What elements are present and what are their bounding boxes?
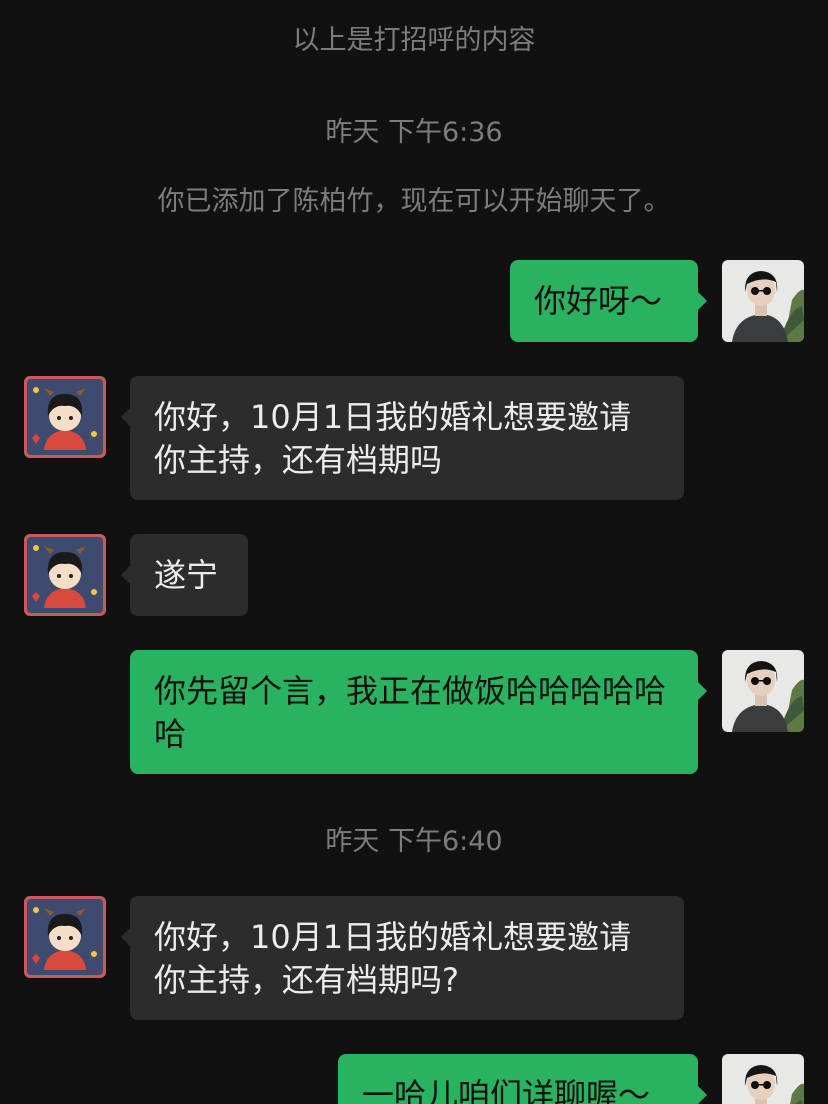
my-avatar[interactable] — [722, 1054, 804, 1104]
greeting-notice: 以上是打招呼的内容 — [292, 25, 536, 56]
user-portrait-icon — [722, 1054, 804, 1104]
message-bubble-outgoing[interactable]: 你好呀～ — [510, 260, 707, 342]
message-bubble-incoming[interactable]: 你好，10月1日我的婚礼想要邀请你主持，还有档期吗 — [121, 376, 684, 500]
friend-added-notice: 你已添加了陈柏竹，现在可以开始聊天了。 — [157, 186, 671, 217]
contact-portrait-icon — [24, 534, 106, 616]
contact-avatar[interactable] — [24, 376, 106, 458]
message-text: 你好，10月1日我的婚礼想要邀请你主持，还有档期吗 — [154, 398, 632, 479]
my-avatar[interactable] — [722, 650, 804, 732]
contact-avatar[interactable] — [24, 534, 106, 616]
message-text: 你好，10月1日我的婚礼想要邀请你主持，还有档期吗? — [154, 918, 632, 999]
timestamp: 昨天 下午6:40 — [325, 826, 503, 857]
message-bubble-outgoing[interactable]: 你先留个言，我正在做饭哈哈哈哈哈哈 — [130, 650, 707, 774]
message-bubble-incoming[interactable]: 遂宁 — [121, 534, 248, 616]
message-text: 遂宁 — [154, 556, 219, 594]
user-portrait-icon — [722, 260, 804, 342]
message-text: 你先留个言，我正在做饭哈哈哈哈哈哈 — [154, 672, 667, 753]
my-avatar[interactable] — [722, 260, 804, 342]
contact-avatar[interactable] — [24, 896, 106, 978]
message-text: 一哈儿咱们详聊喔～ — [362, 1076, 651, 1104]
message-text: 你好呀～ — [534, 282, 663, 320]
contact-portrait-icon — [24, 376, 106, 458]
chat-area[interactable]: 以上是打招呼的内容 昨天 下午6:36 你已添加了陈柏竹，现在可以开始聊天了。 … — [0, 0, 828, 1104]
user-portrait-icon — [722, 650, 804, 732]
message-bubble-incoming[interactable]: 你好，10月1日我的婚礼想要邀请你主持，还有档期吗? — [121, 896, 684, 1020]
timestamp: 昨天 下午6:36 — [325, 117, 503, 148]
contact-portrait-icon — [24, 896, 106, 978]
message-bubble-outgoing[interactable]: 一哈儿咱们详聊喔～ — [338, 1054, 707, 1104]
